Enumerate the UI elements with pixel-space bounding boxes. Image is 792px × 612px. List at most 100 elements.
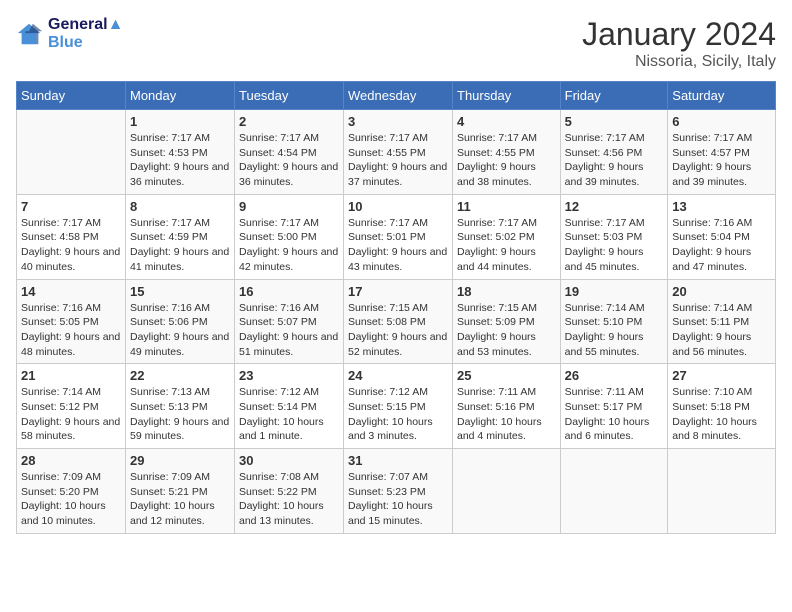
day-info: Sunrise: 7:16 AMSunset: 5:06 PMDaylight:… [130,301,230,360]
calendar-cell: 19Sunrise: 7:14 AMSunset: 5:10 PMDayligh… [560,279,668,364]
logo-icon [16,20,44,48]
day-number: 12 [565,199,664,214]
day-info: Sunrise: 7:17 AMSunset: 4:55 PMDaylight:… [348,131,448,190]
calendar-cell: 26 Sunrise: 7:11 AMSunset: 5:17 PMDayligh… [560,364,668,449]
calendar-cell: 16 Sunrise: 7:16 AMSunset: 5:07 PMDayligh… [235,279,344,364]
day-info: Sunrise: 7:14 AMSunset: 5:10 PMDaylight:… [565,301,664,360]
calendar-cell: 14Sunrise: 7:16 AMSunset: 5:05 PMDayligh… [17,279,126,364]
calendar-cell [453,449,561,534]
day-info: Sunrise: 7:08 AMSunset: 5:22 PMDaylight:… [239,470,339,529]
calendar-cell: 10 Sunrise: 7:17 AMSunset: 5:01 PMDayligh… [344,194,453,279]
day-number: 3 [348,114,448,129]
calendar-cell: 28 Sunrise: 7:09 AMSunset: 5:20 PMDayligh… [17,449,126,534]
calendar-cell: 21Sunrise: 7:14 AMSunset: 5:12 PMDayligh… [17,364,126,449]
day-number: 15 [130,284,230,299]
weekday-header-thursday: Thursday [453,82,561,110]
calendar-cell: 25 Sunrise: 7:11 AMSunset: 5:16 PMDayligh… [453,364,561,449]
calendar-cell: 11 Sunrise: 7:17 AMSunset: 5:02 PMDayligh… [453,194,561,279]
day-number: 22 [130,368,230,383]
weekday-header-saturday: Saturday [668,82,776,110]
day-number: 23 [239,368,339,383]
day-info: Sunrise: 7:12 AMSunset: 5:15 PMDaylight:… [348,385,448,444]
calendar-cell: 30 Sunrise: 7:08 AMSunset: 5:22 PMDayligh… [235,449,344,534]
month-title: January 2024 [582,16,776,53]
day-number: 6 [672,114,771,129]
day-number: 11 [457,199,556,214]
calendar-week-row: 28 Sunrise: 7:09 AMSunset: 5:20 PMDayligh… [17,449,776,534]
calendar-cell: 2Sunrise: 7:17 AMSunset: 4:54 PMDaylight… [235,110,344,195]
calendar-cell: 6 Sunrise: 7:17 AMSunset: 4:57 PMDaylight… [668,110,776,195]
calendar-cell: 31 Sunrise: 7:07 AMSunset: 5:23 PMDayligh… [344,449,453,534]
day-info: Sunrise: 7:17 AMSunset: 4:57 PMDaylight:… [672,131,771,190]
day-number: 16 [239,284,339,299]
location-title: Nissoria, Sicily, Italy [582,53,776,71]
day-info: Sunrise: 7:17 AMSunset: 4:58 PMDaylight:… [21,216,121,275]
day-info: Sunrise: 7:17 AMSunset: 4:56 PMDaylight:… [565,131,664,190]
day-number: 17 [348,284,448,299]
day-info: Sunrise: 7:14 AMSunset: 5:12 PMDaylight:… [21,385,121,444]
day-number: 20 [672,284,771,299]
day-info: Sunrise: 7:17 AMSunset: 4:55 PMDaylight:… [457,131,556,190]
calendar-week-row: 7 Sunrise: 7:17 AMSunset: 4:58 PMDaylight… [17,194,776,279]
day-info: Sunrise: 7:13 AMSunset: 5:13 PMDaylight:… [130,385,230,444]
day-info: Sunrise: 7:17 AMSunset: 5:00 PMDaylight:… [239,216,339,275]
day-number: 28 [21,453,121,468]
day-number: 10 [348,199,448,214]
weekday-header-friday: Friday [560,82,668,110]
calendar-cell [560,449,668,534]
day-number: 31 [348,453,448,468]
day-info: Sunrise: 7:15 AMSunset: 5:09 PMDaylight:… [457,301,556,360]
calendar-cell: 23Sunrise: 7:12 AMSunset: 5:14 PMDayligh… [235,364,344,449]
day-number: 5 [565,114,664,129]
day-info: Sunrise: 7:11 AMSunset: 5:16 PMDaylight:… [457,385,556,444]
day-number: 30 [239,453,339,468]
calendar-cell: 20 Sunrise: 7:14 AMSunset: 5:11 PMDayligh… [668,279,776,364]
calendar-cell: 17 Sunrise: 7:15 AMSunset: 5:08 PMDayligh… [344,279,453,364]
day-number: 13 [672,199,771,214]
day-number: 25 [457,368,556,383]
calendar-cell: 5 Sunrise: 7:17 AMSunset: 4:56 PMDaylight… [560,110,668,195]
day-info: Sunrise: 7:17 AMSunset: 4:53 PMDaylight:… [130,131,230,190]
calendar-cell [17,110,126,195]
day-number: 7 [21,199,121,214]
day-info: Sunrise: 7:17 AMSunset: 5:01 PMDaylight:… [348,216,448,275]
day-info: Sunrise: 7:14 AMSunset: 5:11 PMDaylight:… [672,301,771,360]
calendar-cell: 4 Sunrise: 7:17 AMSunset: 4:55 PMDaylight… [453,110,561,195]
day-info: Sunrise: 7:17 AMSunset: 5:03 PMDaylight:… [565,216,664,275]
day-info: Sunrise: 7:10 AMSunset: 5:18 PMDaylight:… [672,385,771,444]
logo: General▲ Blue [16,16,123,52]
weekday-header-tuesday: Tuesday [235,82,344,110]
day-info: Sunrise: 7:11 AMSunset: 5:17 PMDaylight:… [565,385,664,444]
calendar-cell: 24Sunrise: 7:12 AMSunset: 5:15 PMDayligh… [344,364,453,449]
day-info: Sunrise: 7:07 AMSunset: 5:23 PMDaylight:… [348,470,448,529]
day-info: Sunrise: 7:17 AMSunset: 5:02 PMDaylight:… [457,216,556,275]
calendar-week-row: 1 Sunrise: 7:17 AMSunset: 4:53 PMDaylight… [17,110,776,195]
day-info: Sunrise: 7:17 AMSunset: 4:54 PMDaylight:… [239,131,339,190]
day-info: Sunrise: 7:16 AMSunset: 5:04 PMDaylight:… [672,216,771,275]
day-info: Sunrise: 7:16 AMSunset: 5:07 PMDaylight:… [239,301,339,360]
calendar-cell: 29 Sunrise: 7:09 AMSunset: 5:21 PMDayligh… [126,449,235,534]
calendar-cell: 3 Sunrise: 7:17 AMSunset: 4:55 PMDaylight… [344,110,453,195]
calendar-week-row: 14Sunrise: 7:16 AMSunset: 5:05 PMDayligh… [17,279,776,364]
day-number: 1 [130,114,230,129]
day-number: 4 [457,114,556,129]
day-number: 29 [130,453,230,468]
calendar-cell: 1 Sunrise: 7:17 AMSunset: 4:53 PMDaylight… [126,110,235,195]
calendar-cell: 22 Sunrise: 7:13 AMSunset: 5:13 PMDayligh… [126,364,235,449]
day-info: Sunrise: 7:17 AMSunset: 4:59 PMDaylight:… [130,216,230,275]
calendar-cell: 18 Sunrise: 7:15 AMSunset: 5:09 PMDayligh… [453,279,561,364]
calendar-cell: 27Sunrise: 7:10 AMSunset: 5:18 PMDayligh… [668,364,776,449]
day-info: Sunrise: 7:09 AMSunset: 5:20 PMDaylight:… [21,470,121,529]
calendar-cell: 8 Sunrise: 7:17 AMSunset: 4:59 PMDaylight… [126,194,235,279]
day-number: 8 [130,199,230,214]
day-info: Sunrise: 7:15 AMSunset: 5:08 PMDaylight:… [348,301,448,360]
day-info: Sunrise: 7:09 AMSunset: 5:21 PMDaylight:… [130,470,230,529]
day-number: 18 [457,284,556,299]
weekday-header-monday: Monday [126,82,235,110]
page-header: General▲ Blue January 2024 Nissoria, Sic… [16,16,776,71]
calendar-table: SundayMondayTuesdayWednesdayThursdayFrid… [16,81,776,534]
calendar-week-row: 21Sunrise: 7:14 AMSunset: 5:12 PMDayligh… [17,364,776,449]
title-block: January 2024 Nissoria, Sicily, Italy [582,16,776,71]
day-number: 26 [565,368,664,383]
calendar-cell: 13 Sunrise: 7:16 AMSunset: 5:04 PMDayligh… [668,194,776,279]
